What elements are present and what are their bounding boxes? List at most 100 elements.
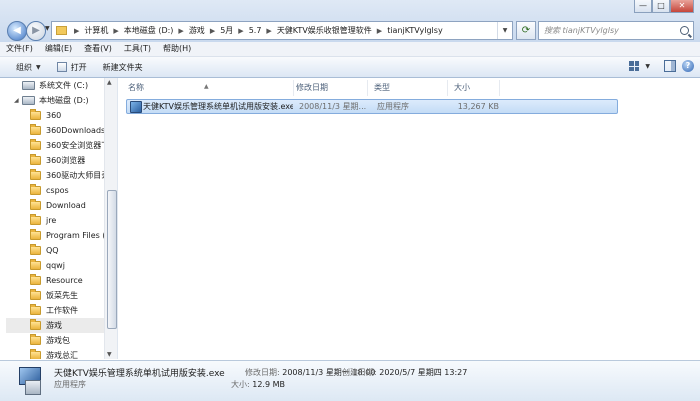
change-view-icon[interactable] [629, 61, 640, 71]
search-icon[interactable] [680, 26, 689, 35]
column-header-name[interactable]: 名称 ▲ [122, 80, 294, 96]
sidebar-item-game-collection[interactable]: 游戏总汇 [30, 348, 78, 359]
chevron-right-icon[interactable]: ▶ [175, 27, 186, 35]
sidebar-item-label: 360安全浏览器下 [46, 141, 110, 150]
view-options-dropdown-icon[interactable]: ▼ [645, 63, 650, 70]
sidebar-item-360[interactable]: 360 [30, 108, 61, 123]
file-date: 2008/11/3 星期... [299, 102, 367, 111]
column-date-label: 修改日期 [296, 83, 328, 92]
maximize-button[interactable]: □ [652, 0, 670, 13]
sidebar-item-qqwj[interactable]: qqwj [30, 258, 65, 273]
folder-icon [30, 274, 41, 285]
file-name: 天健KTV娱乐管理系统单机试用版安装.exe [143, 102, 293, 111]
search-input[interactable] [539, 25, 676, 36]
sidebar-item-program-files[interactable]: Program Files (: [30, 228, 108, 243]
folder-icon [30, 214, 41, 225]
chevron-right-icon[interactable]: ▶ [263, 27, 274, 35]
modified-label: 修改日期: [245, 368, 280, 377]
application-icon [17, 365, 43, 395]
sidebar-item-360downloads[interactable]: 360Downloads [30, 123, 105, 138]
close-button[interactable]: ✕ [670, 0, 694, 13]
new-folder-label: 新建文件夹 [102, 62, 143, 72]
sort-up-icon: ▲ [204, 83, 209, 90]
forward-button[interactable]: ▶ [26, 21, 46, 41]
folder-icon [30, 229, 41, 240]
sidebar-item-label: 系统文件 (C:) [39, 81, 89, 90]
help-icon[interactable]: ? [682, 60, 694, 72]
expanded-triangle-icon[interactable]: ◢ [14, 97, 22, 104]
sidebar-item-label: 360浏览器 [46, 156, 86, 165]
scrollbar-thumb[interactable] [107, 190, 117, 329]
preview-pane-icon[interactable] [664, 60, 676, 72]
breadcrumb-drive-d[interactable]: 本地磁盘 (D:) [122, 25, 176, 36]
drive-icon [22, 81, 35, 90]
breadcrumb-ktv-software[interactable]: 天健KTV娱乐收银管理软件 [275, 25, 374, 36]
menu-tools[interactable]: 工具(T) [118, 42, 157, 56]
refresh-button[interactable]: ⟳ [516, 21, 536, 40]
menu-edit[interactable]: 编辑(E) [39, 42, 78, 56]
chevron-right-icon[interactable]: ▶ [235, 27, 246, 35]
back-button[interactable]: ◀ [7, 21, 27, 41]
new-folder-button[interactable]: 新建文件夹 [95, 57, 151, 77]
sidebar-item-games[interactable]: 游戏 [6, 318, 117, 333]
open-button[interactable]: 打开 [49, 57, 95, 77]
sidebar-item-360-browser[interactable]: 360浏览器 [30, 153, 85, 168]
folder-icon [30, 349, 41, 359]
breadcrumb-computer[interactable]: 计算机 [82, 25, 110, 36]
address-bar[interactable]: ▶ 计算机 ▶ 本地磁盘 (D:) ▶ 游戏 ▶ 5月 ▶ 5.7 ▶ 天健KT… [51, 21, 513, 40]
menu-help[interactable]: 帮助(H) [157, 42, 197, 56]
scroll-down-icon[interactable]: ▼ [107, 351, 112, 358]
sidebar-item-label: 游戏总汇 [46, 351, 78, 359]
scroll-up-icon[interactable]: ▲ [107, 79, 112, 86]
sidebar-item-qq[interactable]: QQ [30, 243, 59, 258]
column-header-date[interactable]: 修改日期 [290, 80, 368, 96]
sidebar-item-resource[interactable]: Resource [30, 273, 83, 288]
table-row[interactable]: 天健KTV娱乐管理系统单机试用版安装.exe 2008/11/3 星期... 应… [126, 99, 618, 114]
menu-view[interactable]: 查看(V) [78, 42, 118, 56]
size-value: 12.9 MB [252, 380, 285, 389]
file-list: 名称 ▲ 修改日期 类型 大小 天健KTV娱乐管理系统单机试用版安装.exe 2… [118, 78, 700, 359]
sidebar-item-cspos[interactable]: cspos [30, 183, 69, 198]
navigation-scrollbar[interactable]: ▲ ▼ [104, 78, 117, 359]
chevron-right-icon[interactable]: ▶ [374, 27, 385, 35]
sidebar-item-jre[interactable]: jre [30, 213, 56, 228]
column-header-size[interactable]: 大小 [448, 80, 500, 96]
breadcrumb-5-7[interactable]: 5.7 [247, 26, 264, 35]
chevron-right-icon[interactable]: ▶ [207, 27, 218, 35]
sidebar-item-work-software[interactable]: 工作软件 [30, 303, 78, 318]
file-type: 应用程序 [377, 102, 409, 111]
sidebar-item-360-driver-master[interactable]: 360驱动大师目录 [30, 168, 109, 183]
sidebar-item-label: 360 [46, 111, 62, 120]
sidebar-item-game-packages[interactable]: 游戏包 [30, 333, 70, 348]
folder-icon [30, 154, 41, 165]
chevron-right-icon[interactable]: ▶ [71, 27, 82, 35]
sidebar-item-label: 360Downloads [46, 126, 106, 135]
sidebar-item-fancai-xiansheng[interactable]: 饭菜先生 [30, 288, 78, 303]
search-box[interactable] [538, 21, 694, 40]
file-size: 13,267 KB [457, 102, 499, 111]
address-dropdown-icon[interactable]: ▼ [497, 22, 512, 39]
details-filename: 天健KTV娱乐管理系统单机试用版安装.exe [54, 369, 225, 379]
menu-file[interactable]: 文件(F) [0, 42, 39, 56]
folder-icon [30, 184, 41, 195]
history-dropdown-icon[interactable]: ▼ [45, 25, 50, 32]
refresh-icon: ⟳ [521, 25, 531, 36]
minimize-button[interactable]: — [634, 0, 652, 13]
column-name-label: 名称 [128, 83, 144, 92]
sidebar-item-360-browser-downloads[interactable]: 360安全浏览器下 [30, 138, 109, 153]
organize-button[interactable]: 组织 ▼ [0, 57, 49, 77]
view-controls: ▼ ? [629, 60, 694, 72]
sidebar-item-drive-d[interactable]: ◢ 本地磁盘 (D:) [14, 93, 89, 108]
folder-icon [56, 26, 67, 35]
folder-icon [30, 244, 41, 255]
column-header-type[interactable]: 类型 [368, 80, 448, 96]
breadcrumb-current-folder[interactable]: tianjKTVylglsy [385, 26, 444, 35]
breadcrumb-games[interactable]: 游戏 [187, 25, 207, 36]
sidebar-item-download[interactable]: Download [30, 198, 86, 213]
folder-icon [30, 199, 41, 210]
chevron-right-icon[interactable]: ▶ [110, 27, 121, 35]
sidebar-item-drive-c[interactable]: 系统文件 (C:) [22, 78, 88, 93]
breadcrumb-may[interactable]: 5月 [218, 25, 235, 36]
menu-bar: 文件(F) 编辑(E) 查看(V) 工具(T) 帮助(H) [0, 42, 700, 57]
chevron-down-icon: ▼ [36, 63, 41, 71]
